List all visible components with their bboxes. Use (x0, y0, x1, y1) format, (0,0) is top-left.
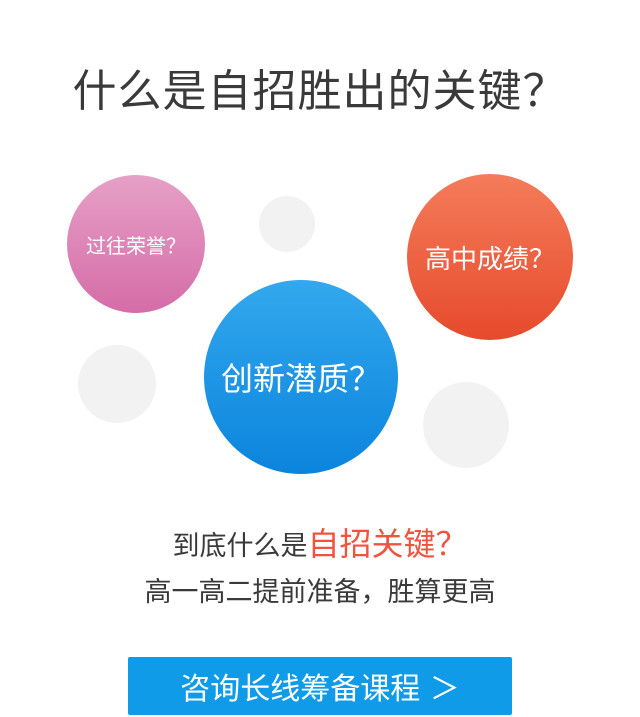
subtitle-preparation: 高一高二提前准备，胜算更高 (144, 577, 496, 608)
consult-course-button[interactable]: 咨询长线筹备课程 ＞ (128, 657, 512, 715)
subtitle-highlight: 自招关键？ (307, 525, 468, 563)
bubble-past-honors: 过往荣誉？ (67, 175, 205, 313)
subtitle-prefix: 到底什么是 (172, 531, 308, 562)
page-title: 什么是自招胜出的关键？ (72, 66, 568, 117)
decor-circle-top (259, 196, 315, 252)
bubble-innovation-potential-label: 创新潜质？ (220, 360, 381, 398)
bubble-high-school-grades-label: 高中成绩？ (424, 244, 555, 275)
bubble-past-honors-label: 过往荣誉？ (86, 233, 186, 258)
decor-circle-left (78, 345, 156, 423)
subtitle-question: 到底什么是自招关键？ (0, 520, 640, 571)
decor-circle-right (423, 382, 509, 468)
bubble-high-school-grades: 高中成绩？ (407, 174, 573, 340)
bubble-innovation-potential: 创新潜质？ (204, 280, 398, 474)
